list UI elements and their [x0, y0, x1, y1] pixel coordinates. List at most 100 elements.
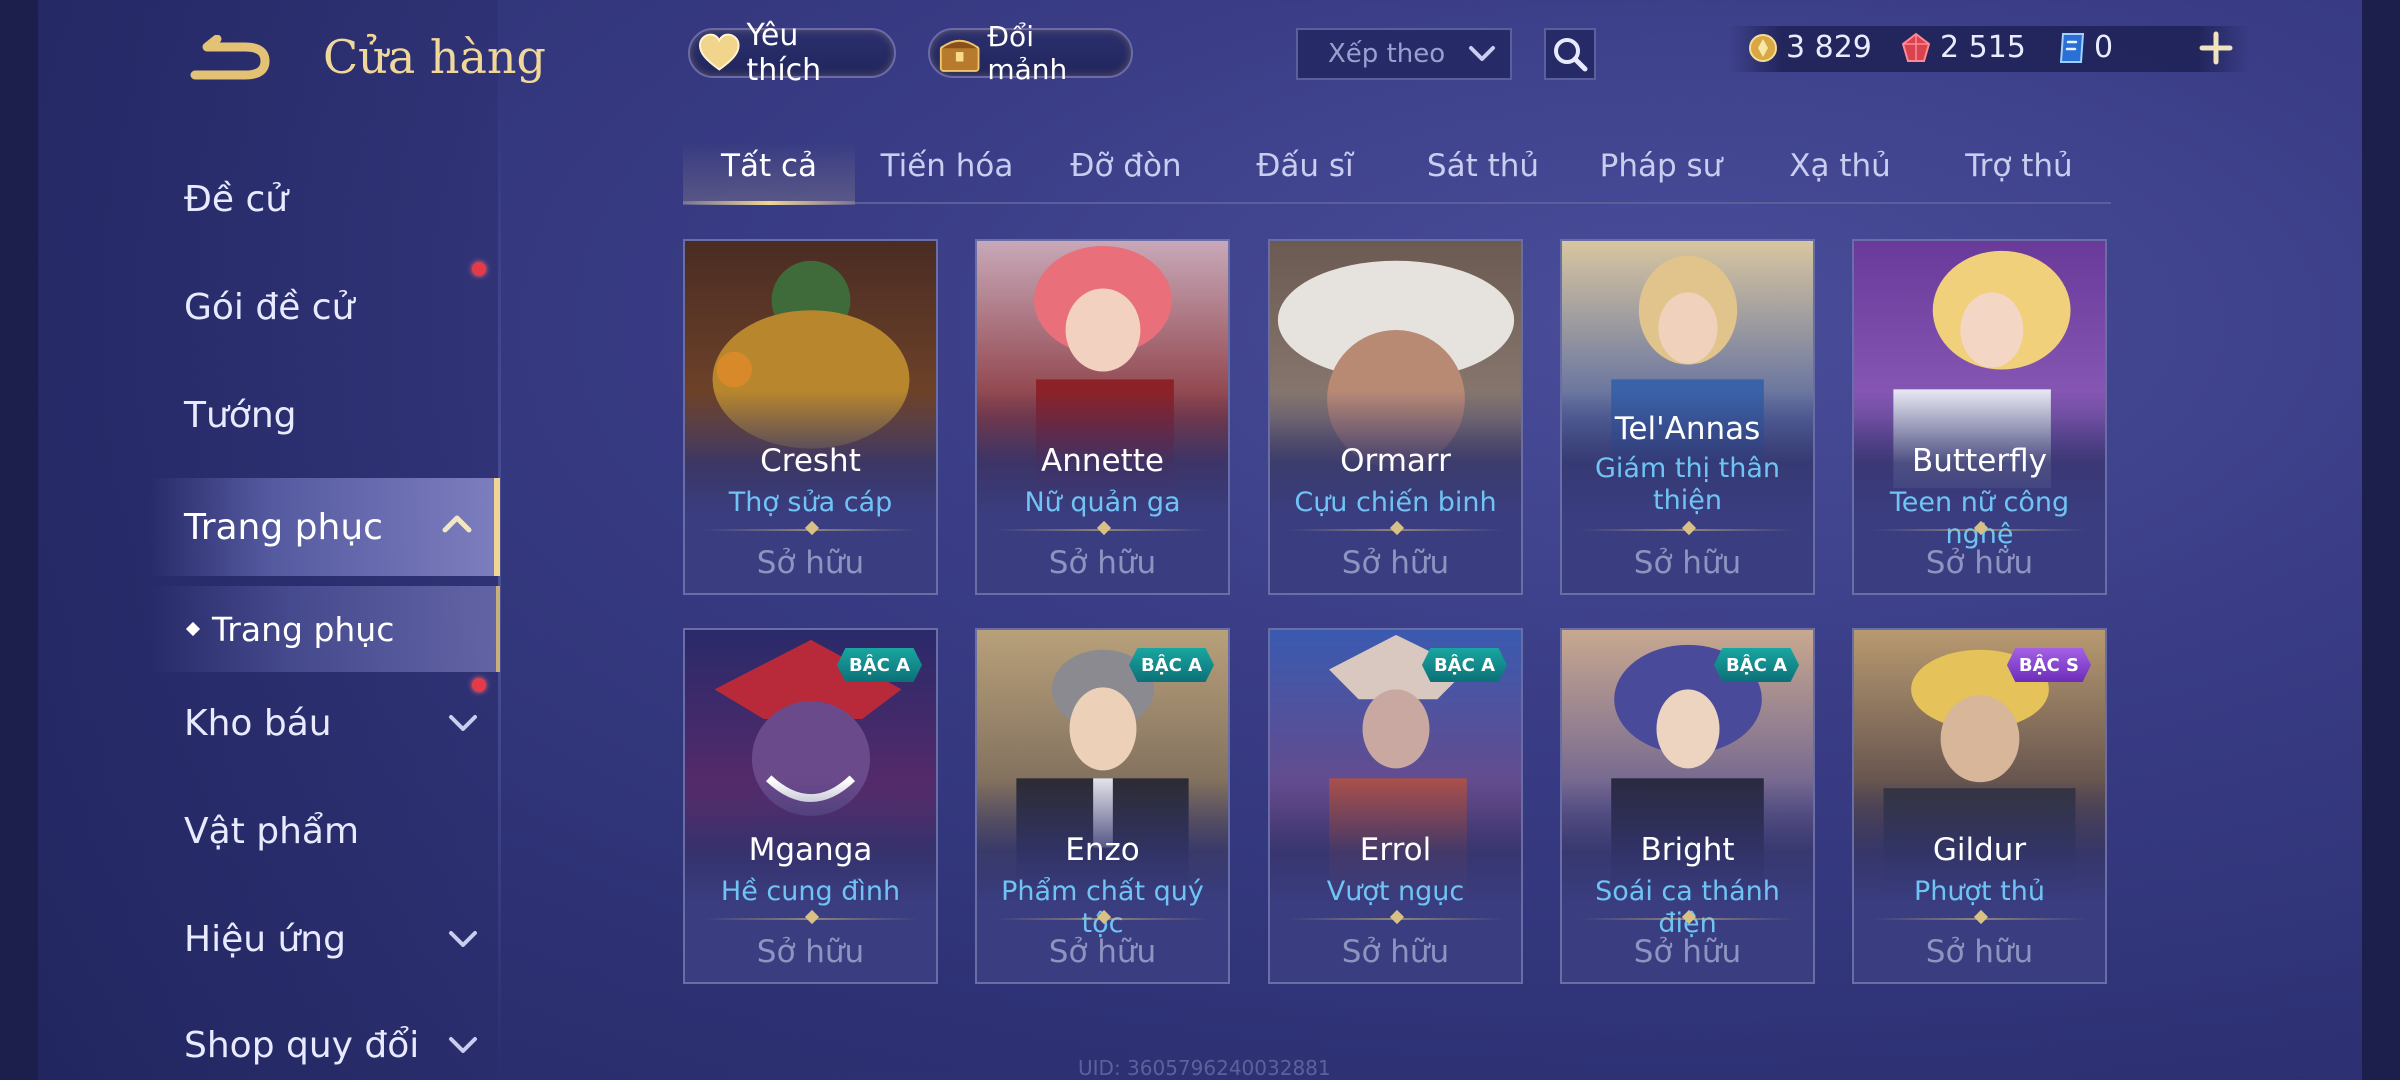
favorites-label: Yêu thích: [746, 18, 822, 88]
heart-icon: [698, 33, 740, 71]
treasure-chest-icon: [939, 39, 980, 72]
tab-fighter[interactable]: Đấu sĩ: [1256, 148, 1353, 184]
hero-name: Butterfly: [1912, 443, 2047, 479]
sidebar-item-label: Kho báu: [184, 702, 332, 744]
sidebar-item-recommended[interactable]: Đề cử: [150, 154, 500, 244]
left-screen-edge: [0, 0, 38, 1080]
sort-placeholder: Xếp theo: [1328, 39, 1446, 69]
add-currency-button[interactable]: [2196, 26, 2236, 70]
right-screen-edge: [2362, 0, 2400, 1080]
skin-name: Vượt ngục: [1326, 876, 1465, 907]
tab-assassin[interactable]: Sát thủ: [1427, 148, 1539, 184]
skin-name: Nữ quản ga: [1024, 487, 1181, 518]
gem-currency: 2 515: [1900, 30, 2026, 65]
tab-all[interactable]: Tất cả: [721, 148, 817, 184]
rank-badge: BẬC A: [1421, 648, 1507, 682]
notification-dot: [472, 262, 486, 276]
exchange-fragments-button[interactable]: Đổi mảnh: [928, 20, 1133, 86]
sidebar-subitem-skins[interactable]: Trang phục: [150, 586, 500, 672]
skin-card[interactable]: BẬC A Errol Vượt ngục Sở hữu: [1268, 628, 1523, 984]
sort-dropdown[interactable]: Xếp theo: [1296, 28, 1512, 80]
voucher-amount: 0: [2094, 30, 2114, 65]
gold-amount: 3 829: [1786, 30, 1872, 65]
sidebar-item-treasure[interactable]: Kho báu: [150, 678, 500, 768]
chevron-up-icon: [442, 515, 472, 533]
voucher-currency: 0: [2058, 30, 2113, 65]
tab-marksman[interactable]: Xạ thủ: [1789, 148, 1891, 184]
active-tab-underline: [683, 201, 855, 205]
skin-card[interactable]: BẬC A Bright Soái ca thánh điện Sở hữu: [1560, 628, 1815, 984]
skin-card[interactable]: Butterfly Teen nữ công nghệ Sở hữu: [1852, 239, 2107, 595]
sidebar-item-label: Đề cử: [184, 178, 289, 220]
owned-status: Sở hữu: [1633, 545, 1742, 581]
hero-name: Cresht: [760, 443, 861, 479]
owned-status: Sở hữu: [756, 545, 865, 581]
rank-badge: BẬC S: [2006, 648, 2091, 682]
skin-card[interactable]: Ormarr Cựu chiến binh Sở hữu: [1268, 239, 1523, 595]
sidebar-item-skins[interactable]: Trang phục: [150, 478, 500, 576]
sidebar-item-label: Hiệu ứng: [184, 918, 346, 960]
gold-currency: 3 829: [1748, 30, 1872, 65]
owned-status: Sở hữu: [756, 934, 865, 970]
chevron-down-icon: [449, 931, 477, 947]
chevron-down-icon: [449, 1037, 477, 1053]
back-button[interactable]: [185, 34, 280, 87]
back-arrow-icon: [190, 34, 270, 80]
hero-name: Enzo: [1065, 832, 1140, 868]
owned-status: Sở hữu: [1341, 545, 1450, 581]
hero-name: Mganga: [748, 832, 873, 868]
sidebar-item-label: Tướng: [184, 394, 297, 436]
bullet-diamond-icon: [185, 621, 201, 637]
sidebar-item-items[interactable]: Vật phẩm: [150, 786, 500, 876]
skin-name: Thợ sửa cáp: [728, 487, 893, 518]
owned-status: Sở hữu: [1048, 934, 1157, 970]
skin-name: Giám thị thân thiện: [1595, 453, 1780, 516]
owned-status: Sở hữu: [1048, 545, 1157, 581]
skin-name: Teen nữ công nghệ: [1889, 487, 2070, 550]
sidebar-item-label: Gói đề cử: [184, 286, 355, 328]
skin-name: Phượt thủ: [1913, 876, 2045, 907]
skin-card[interactable]: BẬC A Mganga Hề cung đình Sở hữu: [683, 628, 938, 984]
gem-amount: 2 515: [1940, 30, 2026, 65]
sidebar-subitem-label: Trang phục: [212, 609, 395, 649]
hero-name: Ormarr: [1340, 443, 1451, 479]
rank-badge: BẬC A: [836, 648, 922, 682]
sidebar-item-heroes[interactable]: Tướng: [150, 370, 500, 460]
sidebar-item-label: Trang phục: [184, 506, 383, 548]
gold-coin-icon: [1749, 33, 1777, 62]
page-title: Cửa hàng: [323, 30, 546, 84]
skin-card[interactable]: BẬC S Gildur Phượt thủ Sở hữu: [1852, 628, 2107, 984]
sidebar-item-exchange-shop[interactable]: Shop quy đổi: [150, 1000, 500, 1080]
tab-evolution[interactable]: Tiến hóa: [881, 148, 1014, 184]
rank-badge: BẬC A: [1128, 648, 1214, 682]
skin-name: Hề cung đình: [720, 876, 901, 907]
tab-support[interactable]: Trợ thủ: [1965, 148, 2072, 184]
search-button[interactable]: [1544, 28, 1596, 80]
skin-card[interactable]: Tel'Annas Giám thị thân thiện Sở hữu: [1560, 239, 1815, 595]
favorites-button[interactable]: Yêu thích: [688, 18, 896, 88]
owned-status: Sở hữu: [1341, 934, 1450, 970]
tab-tank[interactable]: Đỡ đòn: [1070, 148, 1181, 184]
search-icon: [1554, 38, 1588, 72]
plus-icon: [2199, 31, 2233, 65]
tab-mage[interactable]: Pháp sư: [1600, 148, 1723, 184]
owned-status: Sở hữu: [1633, 934, 1742, 970]
chevron-down-icon: [1469, 46, 1495, 61]
sidebar-item-recommended-packs[interactable]: Gói đề cử: [150, 262, 500, 352]
hero-name: Errol: [1359, 832, 1432, 868]
skin-card[interactable]: BẬC A Enzo Phẩm chất quý tộc Sở hữu: [975, 628, 1230, 984]
sidebar-item-label: Shop quy đổi: [184, 1024, 420, 1066]
skin-name: Cựu chiến binh: [1294, 487, 1497, 518]
skin-card[interactable]: Cresht Thợ sửa cáp Sở hữu: [683, 239, 938, 595]
owned-status: Sở hữu: [1925, 545, 2034, 581]
sidebar-item-effects[interactable]: Hiệu ứng: [150, 894, 500, 984]
skin-name: Soái ca thánh điện: [1595, 876, 1780, 939]
category-tabs: Tất cả Tiến hóa Đỡ đòn Đấu sĩ Sát thủ Ph…: [683, 140, 2111, 205]
hero-name: Tel'Annas: [1614, 411, 1761, 447]
hero-name: Gildur: [1932, 832, 2027, 868]
voucher-icon: [2059, 32, 2085, 63]
sidebar-item-label: Vật phẩm: [184, 810, 360, 852]
rank-badge: BẬC A: [1713, 648, 1799, 682]
skin-card[interactable]: Annette Nữ quản ga Sở hữu: [975, 239, 1230, 595]
exchange-fragments-label: Đổi mảnh: [987, 20, 1068, 86]
